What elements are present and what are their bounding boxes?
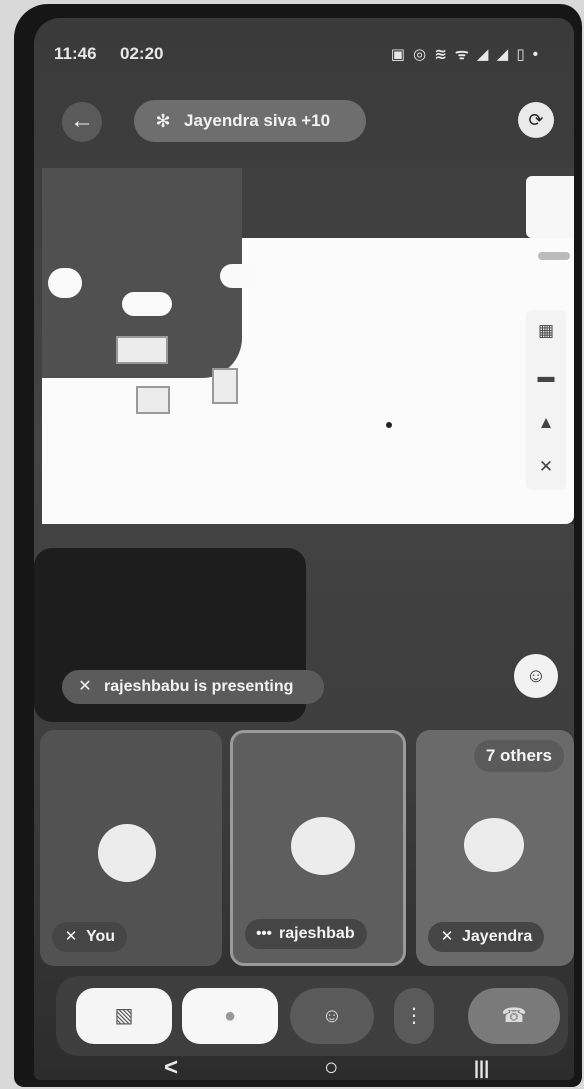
switch-camera-icon: ⟳ bbox=[528, 110, 544, 130]
diagram-node bbox=[136, 386, 170, 414]
back-button[interactable]: ← bbox=[62, 102, 102, 142]
pointer-dot bbox=[386, 422, 392, 428]
presenting-badge: ✕ rajeshbabu is presenting bbox=[62, 670, 324, 704]
system-nav-bar: < ○ ||| bbox=[34, 1054, 574, 1080]
cloud-shape bbox=[220, 264, 260, 288]
participant-name: Jayendra bbox=[462, 928, 533, 945]
diagram-node bbox=[212, 368, 238, 404]
phone-frame: 11:46 02:20 ▣ ◎ ≋ ᯤ ◢ ◢ ▯ • ← ✻ Jayendra… bbox=[14, 4, 582, 1087]
meeting-title-pill[interactable]: ✻ Jayendra siva +10 bbox=[134, 100, 366, 142]
more-options-button[interactable]: ⋮ bbox=[394, 988, 434, 1044]
annotation-toolbar: ▦ ▬ ▲ ✕ bbox=[526, 310, 566, 490]
shared-screen[interactable]: ▦ ▬ ▲ ✕ bbox=[42, 168, 574, 524]
camera-toggle-button[interactable]: ▧ bbox=[76, 988, 172, 1044]
participant-name-chip: ••• rajeshbab bbox=[245, 919, 367, 949]
speaking-icon: ••• bbox=[256, 925, 272, 942]
participant-tile-jayendra[interactable]: 7 others ✕ Jayendra bbox=[416, 730, 574, 966]
more-vertical-icon: ⋮ bbox=[404, 1005, 424, 1027]
emoji-button[interactable]: ☺ bbox=[290, 988, 374, 1044]
mic-off-icon: ✕ bbox=[64, 928, 78, 945]
camera-off-icon: ▧ bbox=[114, 1005, 134, 1027]
diagram-node bbox=[116, 336, 168, 364]
reactions-button[interactable]: ☺ bbox=[514, 654, 558, 698]
nav-back-icon[interactable]: < bbox=[164, 1054, 178, 1080]
others-count-badge: 7 others bbox=[473, 740, 564, 772]
chart-icon[interactable]: ▦ bbox=[534, 320, 558, 342]
participant-name: rajeshbab bbox=[279, 925, 355, 942]
nav-recents-icon[interactable]: ||| bbox=[474, 1058, 489, 1079]
participant-tile-rajeshbab[interactable]: ••• rajeshbab bbox=[230, 730, 406, 966]
participant-name-chip: ✕ You bbox=[52, 922, 128, 952]
emoji-icon: ☺ bbox=[525, 665, 547, 687]
meeting-icon: ✻ bbox=[155, 111, 171, 131]
participant-name: You bbox=[86, 928, 116, 945]
mute-icon[interactable]: ✕ bbox=[534, 456, 558, 478]
status-bar: 11:46 02:20 ▣ ◎ ≋ ᯤ ◢ ◢ ▯ • bbox=[34, 44, 574, 74]
meeting-title: Jayendra siva +10 bbox=[184, 111, 331, 130]
status-icons: ▣ ◎ ≋ ᯤ ◢ ◢ ▯ • bbox=[390, 46, 540, 63]
avatar bbox=[464, 818, 524, 872]
avatar bbox=[291, 817, 355, 875]
cloud-shape bbox=[122, 292, 172, 316]
side-panel-card[interactable] bbox=[526, 176, 574, 260]
bell-icon[interactable]: ▲ bbox=[534, 412, 558, 434]
emoji-icon: ☺ bbox=[321, 1005, 343, 1027]
mic-off-icon: ✕ bbox=[78, 678, 92, 695]
phone-icon: ☎ bbox=[501, 1005, 527, 1027]
avatar bbox=[98, 824, 156, 882]
status-time: 11:46 bbox=[54, 44, 97, 63]
presenting-label: rajeshbabu is presenting bbox=[104, 678, 294, 695]
nav-home-icon[interactable]: ○ bbox=[324, 1054, 339, 1080]
meeting-screen: 11:46 02:20 ▣ ◎ ≋ ᯤ ◢ ◢ ▯ • ← ✻ Jayendra… bbox=[34, 18, 574, 1080]
mic-toggle-button[interactable]: ● bbox=[182, 988, 278, 1044]
back-arrow-icon: ← bbox=[70, 107, 94, 134]
slide-diagram-area bbox=[42, 168, 260, 414]
mic-icon: ● bbox=[223, 1005, 237, 1027]
mic-off-icon: ✕ bbox=[440, 928, 454, 945]
switch-camera-button[interactable]: ⟳ bbox=[518, 102, 554, 138]
hang-up-button[interactable]: ☎ bbox=[468, 988, 560, 1044]
cloud-shape bbox=[48, 268, 82, 298]
side-panel-bar bbox=[538, 252, 570, 260]
call-timer: 02:20 bbox=[120, 44, 164, 63]
call-controls: ▧ ● ☺ ⋮ ☎ bbox=[56, 976, 568, 1056]
participant-name-chip: ✕ Jayendra bbox=[428, 922, 545, 952]
slide-top-region bbox=[242, 168, 574, 238]
participant-tile-you[interactable]: ✕ You bbox=[40, 730, 222, 966]
chat-icon[interactable]: ▬ bbox=[534, 366, 558, 388]
